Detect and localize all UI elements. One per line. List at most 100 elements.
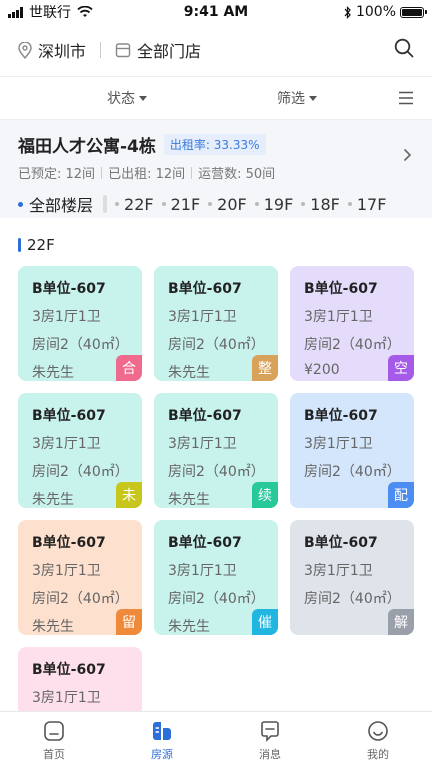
floor-tab-label: 17F <box>356 194 387 214</box>
floor-section-title: 22F <box>27 236 55 254</box>
floor-tab[interactable]: 20F <box>208 195 247 214</box>
status-filter-label: 状态 <box>107 91 135 107</box>
room-grid: B单位-607 3房1厅1卫 房间2（40㎡） 朱先生合 B单位-607 3房1厅1卫 房间… <box>0 266 432 762</box>
room-layout: 3房1厅1卫 <box>304 563 373 579</box>
store-label: 全部门店 <box>137 42 202 61</box>
floor-tab[interactable]: 17F <box>347 194 387 214</box>
room-layout: 3房1厅1卫 <box>32 436 101 452</box>
room-card[interactable]: B单位-607 3房1厅1卫 房间2（40㎡） 朱先生合 <box>18 266 142 381</box>
room-layout: 3房1厅1卫 <box>304 309 373 325</box>
stat-divider <box>101 166 103 179</box>
room-card[interactable]: B单位-607 3房1厅1卫 房间2（40㎡） 配 <box>290 393 414 508</box>
status-bar: 世联行 9:41 AM 100% <box>0 0 432 24</box>
building-stats: 已预定: 12间 已出租: 12间 运营数: 50间 <box>18 163 414 182</box>
room-card[interactable]: B单位-607 3房1厅1卫 房间2（40㎡） 朱先生续 <box>154 393 278 508</box>
battery-icon <box>400 6 427 18</box>
stat-divider <box>191 166 193 179</box>
active-dot-icon <box>18 201 23 207</box>
floor-tab[interactable]: 18F <box>301 195 340 214</box>
room-detail: 房间2（40㎡） <box>32 337 129 353</box>
tab-home-label: 首页 <box>43 748 65 761</box>
status-filter[interactable]: 状态 <box>107 88 147 108</box>
city-selector[interactable]: 深圳市 <box>18 38 86 62</box>
reserved-count: 已预定: 12间 <box>18 167 96 182</box>
room-status-tag: 合 <box>116 355 142 381</box>
tab-listing[interactable]: 房源 <box>108 712 216 768</box>
room-status-tag: 留 <box>116 609 142 635</box>
floor-section-header: 22F <box>18 236 432 254</box>
room-layout: 3房1厅1卫 <box>32 690 101 706</box>
room-unit-title: B单位-607 <box>168 535 242 551</box>
floor-tab-label: 20F <box>217 194 247 214</box>
room-unit-title: B单位-607 <box>304 281 378 297</box>
operating-count: 运营数: 50间 <box>198 167 276 182</box>
profile-icon <box>368 721 388 741</box>
room-unit-title: B单位-607 <box>168 408 242 424</box>
battery-percent: 100% <box>355 4 396 20</box>
room-status-tag: 未 <box>116 482 142 508</box>
rented-count: 已出租: 12间 <box>108 167 186 182</box>
floor-scroll-divider <box>103 195 108 213</box>
tab-profile[interactable]: 我的 <box>324 712 432 768</box>
wifi-icon <box>77 6 93 17</box>
chevron-right-icon[interactable] <box>403 148 412 162</box>
room-detail: 房间2（40㎡） <box>304 464 401 480</box>
floor-tab-label: 18F <box>310 194 340 214</box>
store-icon <box>115 43 131 58</box>
caret-down-icon <box>139 95 147 101</box>
room-card[interactable]: B单位-607 3房1厅1卫 房间2（40㎡） 解 <box>290 520 414 635</box>
room-detail: 房间2（40㎡） <box>168 464 265 480</box>
room-unit-title: B单位-607 <box>32 408 106 424</box>
section-accent-bar <box>18 238 21 252</box>
top-bar: 深圳市 全部门店 <box>0 24 432 76</box>
tab-messages[interactable]: 消息 <box>216 712 324 768</box>
bottom-tab-bar: 首页 房源 消息 我的 <box>0 711 432 768</box>
city-label: 深圳市 <box>38 42 87 61</box>
room-detail: 房间2（40㎡） <box>168 337 265 353</box>
floor-tab[interactable]: 21F <box>161 194 201 214</box>
floor-tab[interactable]: 22F <box>115 195 154 214</box>
floor-dot <box>208 202 213 206</box>
room-card[interactable]: B单位-607 3房1厅1卫 房间2（40㎡） 朱先生留 <box>18 520 142 635</box>
room-unit-title: B单位-607 <box>32 662 106 678</box>
room-card[interactable]: B单位-607 3房1厅1卫 房间2（40㎡） 朱先生未 <box>18 393 142 508</box>
tab-home[interactable]: 首页 <box>0 712 108 768</box>
carrier: 世联行 <box>29 5 71 21</box>
room-layout: 3房1厅1卫 <box>168 563 237 579</box>
room-layout: 3房1厅1卫 <box>168 309 237 325</box>
floor-tab[interactable]: 19F <box>254 194 294 214</box>
room-status-tag: 整 <box>252 355 278 381</box>
bluetooth-icon <box>344 5 351 19</box>
home-icon <box>44 721 64 741</box>
floor-tab-label: 19F <box>263 194 294 214</box>
room-status-tag: 续 <box>252 482 278 508</box>
search-button[interactable] <box>394 38 414 62</box>
building-info-panel[interactable]: 福田人才公寓-4栋 出租率: 33.33% 已预定: 12间 已出租: 12间 … <box>0 120 432 218</box>
room-card[interactable]: B单位-607 3房1厅1卫 房间2（40㎡） 朱先生催 <box>154 520 278 635</box>
menu-button[interactable] <box>398 90 414 109</box>
room-unit-title: B单位-607 <box>304 408 378 424</box>
header-divider <box>100 42 102 58</box>
room-unit-title: B单位-607 <box>168 281 242 297</box>
caret-down-icon <box>309 95 317 101</box>
floor-tab-all-label: 全部楼层 <box>29 196 94 215</box>
store-selector[interactable]: 全部门店 <box>115 38 201 62</box>
floor-tab-label: 21F <box>170 194 201 214</box>
floor-tab-all[interactable]: 全部楼层 <box>18 192 103 216</box>
room-detail: 房间2（40㎡） <box>32 591 129 607</box>
room-detail: 房间2（40㎡） <box>304 591 401 607</box>
filter-dropdown[interactable]: 筛选 <box>277 88 317 108</box>
floor-tab-label: 22F <box>124 194 154 214</box>
room-card[interactable]: B单位-607 3房1厅1卫 房间2（40㎡） ¥200 空 <box>290 266 414 381</box>
location-pin-icon <box>18 41 32 59</box>
room-status-tag: 配 <box>388 482 414 508</box>
listing-icon <box>153 722 171 740</box>
room-status-tag: 解 <box>388 609 414 635</box>
status-left: 世联行 <box>8 2 93 22</box>
search-icon <box>394 38 414 58</box>
room-card[interactable]: B单位-607 3房1厅1卫 房间2（40㎡） 朱先生整 <box>154 266 278 381</box>
room-detail: 房间2（40㎡） <box>32 464 129 480</box>
room-layout: 3房1厅1卫 <box>32 309 101 325</box>
floor-dot <box>161 202 166 206</box>
room-detail: 房间2（40㎡） <box>304 337 401 353</box>
